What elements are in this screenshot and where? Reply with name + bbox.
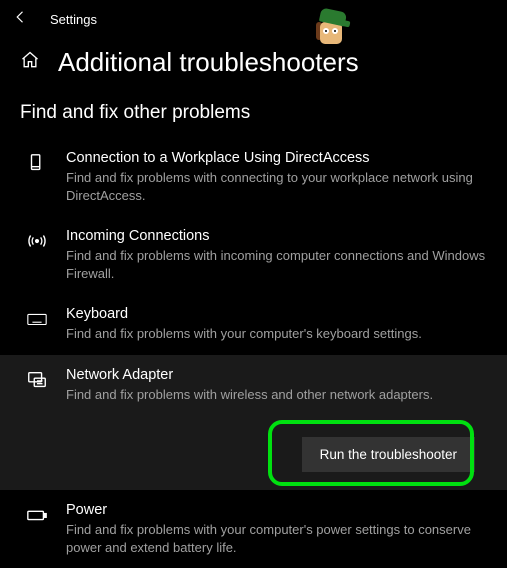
item-desc: Find and fix problems with incoming comp… [66, 247, 487, 282]
item-title: Power [66, 502, 487, 518]
monitor-icon [24, 150, 50, 204]
back-icon[interactable] [12, 8, 30, 31]
signal-icon [24, 228, 50, 282]
item-desc: Find and fix problems with wireless and … [66, 386, 487, 404]
page-header: Additional troubleshooters [0, 39, 507, 96]
item-desc: Find and fix problems with connecting to… [66, 169, 487, 204]
home-icon[interactable] [20, 50, 40, 75]
item-desc: Find and fix problems with your computer… [66, 521, 487, 556]
troubleshooter-incoming[interactable]: Incoming Connections Find and fix proble… [0, 216, 507, 294]
avatar [310, 12, 348, 50]
battery-icon [24, 502, 50, 556]
run-troubleshooter-button[interactable]: Run the troubleshooter [302, 437, 475, 472]
keyboard-icon [24, 306, 50, 343]
troubleshooter-keyboard[interactable]: Keyboard Find and fix problems with your… [0, 294, 507, 355]
troubleshooter-directaccess[interactable]: Connection to a Workplace Using DirectAc… [0, 138, 507, 216]
network-adapter-icon [24, 367, 50, 404]
titlebar-label: Settings [50, 12, 97, 27]
troubleshooter-network-adapter[interactable]: Network Adapter Find and fix problems wi… [0, 355, 507, 491]
page-title: Additional troubleshooters [58, 47, 359, 78]
item-title: Connection to a Workplace Using DirectAc… [66, 150, 487, 166]
item-title: Network Adapter [66, 367, 487, 383]
item-title: Incoming Connections [66, 228, 487, 244]
titlebar: Settings [0, 0, 507, 39]
item-title: Keyboard [66, 306, 487, 322]
item-desc: Find and fix problems with your computer… [66, 325, 487, 343]
section-title: Find and fix other problems [0, 96, 507, 138]
troubleshooter-power[interactable]: Power Find and fix problems with your co… [0, 490, 507, 568]
